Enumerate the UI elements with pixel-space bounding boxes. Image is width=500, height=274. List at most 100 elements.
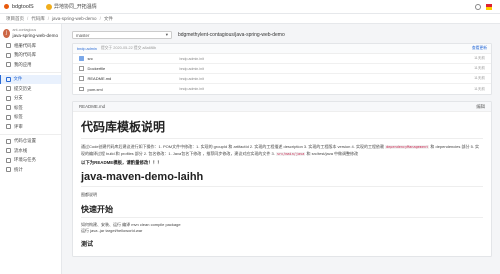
top-bar: bdgtoolS 异地协同_开拓温情	[0, 0, 500, 14]
file-name[interactable]: Dockerfile	[88, 66, 180, 71]
project-header[interactable]: j ant-contagious java-spring-web-demo	[0, 24, 61, 41]
latest-commit: bndp.admin 提交于 2020-05-22 提交 a8a6f8b 查看更…	[73, 44, 491, 54]
breadcrumb-item[interactable]: 代码库	[31, 16, 45, 22]
brand-logo-icon	[4, 4, 9, 9]
sidebar-item-reviews[interactable]: 评审	[0, 122, 61, 132]
file-name[interactable]: README.md	[88, 76, 180, 81]
branch-icon	[6, 95, 11, 101]
breadcrumb-item: 文件	[103, 15, 113, 21]
readme-test-heading: 测试	[81, 241, 94, 248]
sidebar-item-label: 代码仓设置	[14, 138, 36, 144]
readme-intro: 通过Code创建代码库后建议进行如下操作：1. POM文件中修改：1. 实现的 …	[81, 144, 483, 157]
breadcrumb-item[interactable]: 项目首页	[6, 16, 24, 22]
sidebar-item-label: 我的应用	[14, 61, 32, 67]
readme-desc: 图都说明	[81, 192, 97, 197]
sidebar-item-label: 分支	[14, 95, 23, 101]
folder-icon	[79, 56, 84, 61]
sidebar-item-stats[interactable]: 统计	[0, 165, 61, 175]
sidebar-item-label: 流水线	[14, 147, 28, 153]
app-icon	[6, 62, 11, 68]
sidebar-item-label: 标签	[14, 114, 23, 120]
gear-icon	[6, 138, 11, 144]
sidebar-item-repo-settings[interactable]: 代码仓设置	[0, 137, 61, 147]
workspace-name: 异地协同_开拓温情	[54, 4, 97, 10]
repo-icon	[6, 52, 11, 58]
divider	[0, 133, 61, 135]
readme-panel: README.md 编辑 代码库模板说明 通过Code创建代码库后建议进行如下操…	[72, 101, 492, 257]
sidebar-item-my-apps[interactable]: 我的应用	[0, 60, 61, 70]
file-row[interactable]: src bndp.admin.init 11天前	[73, 54, 491, 64]
file-icon	[79, 86, 84, 92]
sidebar-item-commits[interactable]: 提交历史	[0, 84, 61, 94]
workspace-switcher[interactable]: 异地协同_开拓温情	[46, 3, 97, 10]
brand[interactable]: bdgtoolS	[0, 4, 46, 10]
file-row[interactable]: pom.xml bndp.admin.init 11天前	[73, 84, 491, 94]
readme-text: 和 src/test/java 中做调整修改	[306, 150, 359, 156]
readme-header: README.md 编辑	[73, 102, 491, 112]
main-content: master ▾ bdgmethylent-contagious/java-sp…	[62, 24, 500, 274]
repo-icon	[6, 43, 11, 49]
sidebar-item-label: 评审	[14, 123, 23, 129]
sidebar-item-files[interactable]: 文件	[0, 74, 61, 84]
project-avatar: j	[3, 28, 10, 38]
breadcrumb-separator: /	[27, 16, 29, 21]
readme-quickstart-line: 运行 java -jar target/helloworld.war	[81, 228, 143, 233]
readme-title: 代码库模板说明	[81, 118, 483, 139]
file-icon	[79, 76, 84, 81]
pipeline-icon	[6, 148, 11, 154]
inline-code: src/main/java	[275, 151, 306, 156]
breadcrumb: 项目首页 / 代码库 / java-spring-web-demo / 文件	[0, 14, 500, 24]
file-list: bndp.admin 提交于 2020-05-22 提交 a8a6f8b 查看更…	[72, 43, 492, 95]
sidebar-item-label: 文件	[13, 76, 23, 82]
breadcrumb-item[interactable]: java-spring-web-demo	[52, 16, 97, 21]
branch-select[interactable]: master ▾	[72, 31, 172, 39]
file-time: 11天前	[474, 86, 485, 91]
breadcrumb-separator: /	[47, 16, 50, 21]
sidebar-item-label: 环境与任务	[14, 157, 36, 163]
sidebar-item-my-repos[interactable]: 我的代码库	[0, 51, 61, 61]
file-row[interactable]: README.md bndp.admin.init 11天前	[73, 74, 491, 84]
label-icon	[6, 114, 11, 120]
sidebar-item-label: 统计	[14, 166, 23, 172]
edit-button[interactable]: 编辑	[476, 104, 485, 110]
sidebar-item-branches[interactable]: 分支	[0, 94, 61, 104]
file-commit-msg: bndp.admin.init	[179, 56, 204, 61]
file-commit-msg: bndp.admin.init	[179, 66, 204, 71]
readme-project-title: java-maven-demo-laihh	[81, 171, 483, 187]
env-icon	[6, 157, 11, 163]
inline-code: dependencyManagement	[385, 145, 430, 149]
sidebar-item-album-repos[interactable]: 相册代码库	[0, 41, 61, 51]
sidebar-item-label: 提交历史	[14, 85, 32, 91]
repo-path: bdgmethylent-contagious/java-spring-web-…	[178, 32, 285, 38]
brand-name: bdgtoolS	[12, 3, 34, 10]
chart-icon	[6, 167, 11, 173]
commit-icon	[6, 86, 11, 92]
chevron-down-icon: ▾	[165, 32, 168, 37]
workspace-icon	[46, 3, 52, 10]
divider	[0, 71, 61, 73]
toolbar: master ▾ bdgmethylent-contagious/java-sp…	[72, 30, 492, 40]
branch-select-value: master	[76, 32, 90, 38]
readme-note: 以下为README模板，请酌量修改！！！	[81, 160, 162, 165]
file-name[interactable]: pom.xml	[88, 87, 180, 92]
commit-info[interactable]: 提交于 2020-05-22 提交 a8a6f8b	[101, 46, 156, 51]
commit-history-link[interactable]: 查看更新	[472, 46, 487, 51]
sidebar-item-label: 我的代码库	[14, 52, 36, 58]
sidebar-item-tags[interactable]: 标签	[0, 103, 61, 113]
sidebar-item-pipeline[interactable]: 流水线	[0, 146, 61, 156]
readme-text: 通过Code创建代码库后建议进行如下操作：1. POM文件中修改：1. 实现的 …	[81, 144, 384, 149]
file-commit-msg: bndp.admin.init	[179, 76, 204, 81]
readme-body: 代码库模板说明 通过Code创建代码库后建议进行如下操作：1. POM文件中修改…	[73, 112, 491, 254]
file-icon	[5, 76, 11, 82]
help-icon[interactable]	[475, 3, 481, 10]
sidebar-item-labels[interactable]: 标签	[0, 113, 61, 123]
file-time: 11天前	[474, 66, 485, 70]
file-row[interactable]: Dockerfile bndp.admin.init 11天前	[73, 64, 491, 74]
file-name[interactable]: src	[88, 56, 180, 61]
readme-quickstart-heading: 快速开始	[81, 204, 483, 218]
file-time: 11天前	[474, 76, 485, 80]
review-icon	[6, 124, 11, 130]
sidebar-item-env-tasks[interactable]: 环境与任务	[0, 156, 61, 166]
language-icon[interactable]	[486, 3, 492, 10]
commit-author[interactable]: bndp.admin	[77, 47, 97, 51]
